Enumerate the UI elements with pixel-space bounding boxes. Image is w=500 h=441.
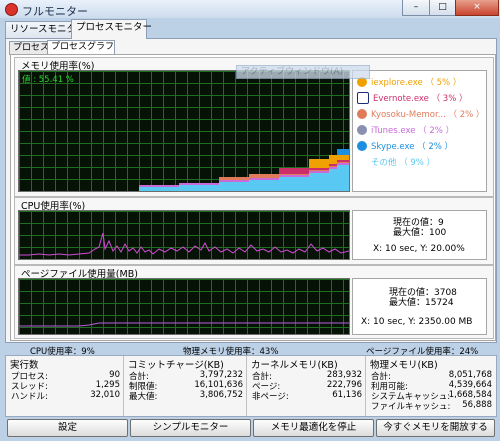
stat-value: 1,295 [95, 380, 120, 390]
cpu-cursor-readout: X: 10 sec, Y: 20.00% [373, 244, 465, 254]
itunes-icon [357, 125, 367, 135]
legend-label: その他 （ 9% ） [371, 158, 436, 168]
exec-count-title: 実行数 [10, 360, 39, 371]
kyosoku-icon [357, 109, 367, 119]
maximize-button[interactable]: □ [429, 0, 456, 16]
legend-label: iTunes.exe （ 2% ） [371, 126, 455, 136]
stat-label: 利用可能: [371, 382, 408, 392]
stat-label: ファイルキャッシュ: [371, 402, 451, 412]
simple-monitor-button[interactable]: シンプルモニター [130, 419, 251, 437]
stat-value: 3,806,752 [199, 390, 243, 400]
process-monitor-panel: プロセス プロセスグラフ メモリ使用率(%) 値 : 55.41 % iexpl… [5, 38, 497, 343]
title-bar: フルモニター – □ × [0, 0, 500, 18]
legend-item[interactable]: Kyosoku-Memor... （ 2% ） [357, 107, 484, 121]
legend-label: Skype.exe （ 2% ） [371, 142, 454, 152]
pagefile-line-chart [19, 322, 349, 327]
free-memory-now-button[interactable]: 今すぐメモリを開放する [376, 419, 495, 437]
legend-label: Evernote.exe （ 3% ） [373, 94, 468, 104]
stat-value: 8,051,768 [448, 370, 492, 380]
system-stats-panel: 実行数 プロセス: 90 スレッド: 1,295 ハンドル: 32,010 コミ… [5, 355, 497, 417]
physical-memory-section: 物理メモリ(KB) 合計: 8,051,768 利用可能: 4,539,664 … [366, 356, 495, 416]
pagefile-usage-group: ページファイル使用量(MB) 現在の値：3708 最大値：15724 X: 10… [14, 265, 494, 339]
legend-item[interactable]: Evernote.exe （ 3% ） [357, 91, 468, 105]
window-title: フルモニター [22, 5, 88, 18]
stat-label: ページ: [252, 382, 281, 392]
action-button-bar: 設定 シンプルモニター メモリ最適化を停止 今すぐメモリを開放する [0, 417, 500, 441]
stat-label: システムキャッシュ: [371, 392, 451, 402]
legend-label: Kyosoku-Memor... （ 2% ） [371, 110, 485, 120]
stat-label: 非ページ: [252, 392, 289, 402]
memory-stack-chart [139, 149, 349, 191]
active-window-hint: アクティブウィンドウ(A) [236, 65, 370, 79]
memory-usage-graph[interactable]: 値 : 55.41 % [18, 70, 350, 192]
stat-value: 1,668,584 [448, 390, 492, 400]
usage-summary-strip: CPU使用率：9% 物理メモリ使用率：43% ページファイル使用率：24% [0, 345, 500, 357]
cpu-line-chart [19, 232, 349, 256]
kernel-memory-section: カーネルメモリ(KB) 合計: 283,932 ページ: 222,796 非ペー… [247, 356, 366, 416]
stat-label: 合計: [129, 372, 149, 382]
evernote-icon [357, 92, 369, 104]
cpu-usage-graph[interactable] [18, 210, 350, 260]
pagefile-usage-graph[interactable] [18, 278, 350, 335]
subtab-process-graph[interactable]: プロセスグラフ [47, 40, 115, 55]
close-button[interactable]: × [455, 0, 499, 16]
pagefile-max-value: 最大値：15724 [389, 298, 454, 308]
stat-label: スレッド: [11, 382, 48, 392]
app-icon [5, 3, 18, 16]
commit-charge-section: コミットチャージ(KB) 合計: 3,797,232 制限値: 16,101,6… [124, 356, 247, 416]
stat-label: 制限値: [129, 382, 158, 392]
physical-memory-title: 物理メモリ(KB) [370, 360, 438, 371]
stat-value: 56,888 [462, 400, 492, 410]
cpu-info-box: 現在の値：9 最大値：100 X: 10 sec, Y: 20.00% [352, 210, 487, 260]
stat-value: 61,136 [332, 390, 362, 400]
tab-process-monitor[interactable]: プロセスモニター [71, 19, 152, 39]
stat-value: 3,797,232 [199, 370, 243, 380]
tab-resource-monitor[interactable]: リソースモニター [5, 21, 86, 38]
stat-value: 16,101,636 [194, 380, 243, 390]
stop-memory-optimization-button[interactable]: メモリ最適化を停止 [253, 419, 374, 437]
legend-item[interactable]: Skype.exe （ 2% ） [357, 139, 453, 153]
stat-value: 32,010 [90, 390, 120, 400]
legend-item[interactable]: その他 （ 9% ） [357, 155, 435, 169]
legend-label: iexplore.exe （ 5% ） [371, 78, 462, 88]
stat-value: 90 [109, 370, 120, 380]
settings-button[interactable]: 設定 [7, 419, 128, 437]
skype-icon [357, 141, 367, 151]
pagefile-cursor-readout: X: 10 sec, Y: 2350.00 MB [361, 317, 473, 327]
stat-label: 合計: [371, 372, 391, 382]
minimize-button[interactable]: – [402, 0, 430, 16]
cpu-max-value: 最大値：100 [393, 228, 447, 238]
stat-value: 222,796 [326, 380, 362, 390]
stat-label: 最大値: [129, 392, 158, 402]
legend-item[interactable]: iTunes.exe （ 2% ） [357, 123, 454, 137]
stat-label: 合計: [252, 372, 272, 382]
commit-charge-title: コミットチャージ(KB) [128, 360, 224, 371]
stat-value: 283,932 [326, 370, 362, 380]
cpu-usage-group: CPU使用率(%) 現在の値：9 最大値：100 X: 10 sec, Y: 2… [14, 197, 494, 265]
stat-value: 4,539,664 [448, 380, 492, 390]
legend-item[interactable]: iexplore.exe （ 5% ） [357, 75, 461, 89]
exec-count-section: 実行数 プロセス: 90 スレッド: 1,295 ハンドル: 32,010 [6, 356, 124, 416]
kernel-memory-title: カーネルメモリ(KB) [251, 360, 338, 371]
stat-label: ハンドル: [11, 392, 48, 402]
pagefile-info-box: 現在の値：3708 最大値：15724 X: 10 sec, Y: 2350.0… [352, 278, 487, 335]
graph-area: メモリ使用率(%) 値 : 55.41 % iexplore.exe （ 5% … [10, 54, 496, 341]
memory-process-legend: iexplore.exe （ 5% ） Evernote.exe （ 3% ） … [352, 70, 487, 192]
stat-label: プロセス: [11, 372, 48, 382]
other-icon [357, 157, 367, 167]
subtab-process[interactable]: プロセス [9, 41, 51, 55]
